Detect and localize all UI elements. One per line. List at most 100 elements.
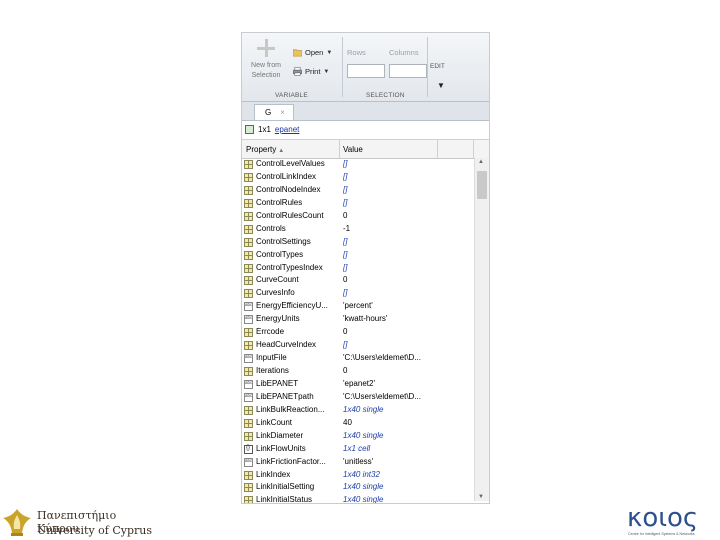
property-name: ControlTypesIndex (256, 262, 323, 272)
property-name: EnergyUnits (256, 314, 300, 324)
property-value[interactable]: 1x1 cell (343, 443, 439, 456)
variable-section-label: VARIABLE (275, 92, 308, 99)
table-row[interactable]: CurvesInfo [] (242, 287, 473, 300)
column-divider (473, 140, 474, 158)
table-row[interactable]: ControlNodeIndex [] (242, 184, 473, 197)
property-name: ControlNodeIndex (256, 184, 321, 194)
property-name: ControlLevelValues (256, 159, 325, 168)
table-row[interactable]: ControlSettings [] (242, 236, 473, 249)
column-divider[interactable] (339, 140, 340, 158)
table-row[interactable]: ControlLevelValues [] (242, 158, 473, 171)
numeric-array-icon (244, 418, 253, 428)
class-link[interactable]: epanet (275, 125, 299, 134)
table-row[interactable]: LinkBulkReaction... 1x40 single (242, 404, 473, 417)
property-list: ControlLevelValues[] ControlLinkIndex[] Co… (242, 158, 473, 503)
table-row[interactable]: Iterations 0 (242, 365, 473, 378)
table-row[interactable]: LinkIndex 1x40 int32 (242, 469, 473, 482)
property-value[interactable]: [] (343, 236, 439, 249)
property-name: LinkFlowUnits (256, 443, 306, 453)
chevron-down-icon: ▼ (323, 68, 330, 75)
property-value[interactable]: [] (343, 287, 439, 300)
edit-expand-button[interactable]: ▼ (437, 81, 445, 90)
property-value[interactable]: [] (343, 262, 439, 275)
property-value[interactable]: 1x40 single (343, 404, 439, 417)
variable-editor-window: New from Selection Open ▼ Print ▼ Rows C… (241, 32, 490, 504)
table-row[interactable]: LinkInitialSetting 1x40 single (242, 481, 473, 494)
table-row[interactable]: LinkFlowUnits 1x1 cell (242, 442, 473, 456)
property-value[interactable]: 'percent' (343, 300, 439, 313)
property-value[interactable]: [] (343, 184, 439, 197)
property-value[interactable]: 0 (343, 274, 439, 287)
selection-section-label: SELECTION (366, 92, 405, 99)
property-value[interactable]: 40 (343, 417, 439, 430)
table-row[interactable]: abc EnergyUnits 'kwatt-hours' (242, 313, 473, 326)
property-value[interactable]: [] (343, 171, 439, 184)
table-row[interactable]: CurveCount 0 (242, 274, 473, 287)
property-value[interactable]: 1x40 int32 (343, 469, 439, 482)
table-row[interactable]: Errcode 0 (242, 326, 473, 339)
property-value[interactable]: [] (343, 158, 439, 171)
rows-input[interactable] (347, 64, 385, 78)
numeric-array-icon (244, 276, 253, 286)
property-value[interactable]: 0 (343, 365, 439, 378)
new-from-selection-button[interactable]: New from Selection (246, 39, 286, 81)
property-name: ControlTypes (256, 249, 304, 259)
columns-label: Columns (389, 48, 419, 57)
vertical-scrollbar[interactable]: ▲ ▼ (474, 158, 489, 501)
value-column-header[interactable]: Value (343, 145, 363, 154)
property-value[interactable]: -1 (343, 223, 439, 236)
property-column-header[interactable]: Property ▲ (246, 145, 284, 154)
chevron-down-icon: ▼ (326, 49, 333, 56)
kios-tagline: Centre for Intelligent Systems & Network… (628, 532, 695, 536)
property-value[interactable]: 'epanet2' (343, 378, 439, 391)
column-divider[interactable] (437, 140, 438, 158)
property-value[interactable]: 'C:\Users\eldemet\D... (343, 352, 439, 365)
table-row[interactable]: LinkDiameter 1x40 single (242, 430, 473, 443)
char-array-icon: abc (244, 392, 253, 402)
numeric-array-icon (244, 483, 253, 493)
table-row[interactable]: ControlRules [] (242, 197, 473, 210)
property-value[interactable]: 1x40 single (343, 430, 439, 443)
tab-strip: G × (242, 102, 489, 121)
property-value[interactable]: [] (343, 197, 439, 210)
columns-input[interactable] (389, 64, 427, 78)
table-row[interactable]: abc LinkFrictionFactor... 'unitless' (242, 456, 473, 469)
numeric-array-icon (244, 470, 253, 480)
property-value[interactable]: [] (343, 339, 439, 352)
scrollbar-thumb[interactable] (477, 171, 487, 199)
open-button[interactable]: Open ▼ (293, 48, 332, 57)
property-value[interactable]: 0 (343, 210, 439, 223)
property-name: LinkIndex (256, 469, 291, 479)
property-name: LibEPANETpath (256, 391, 314, 401)
table-row[interactable]: abc LibEPANETpath 'C:\Users\eldemet\D... (242, 391, 473, 404)
table-row[interactable]: LinkCount 40 (242, 417, 473, 430)
property-name: LibEPANET (256, 378, 299, 388)
property-value[interactable]: 1x40 single (343, 494, 439, 503)
property-value[interactable]: 'unitless' (343, 456, 439, 469)
property-value[interactable]: 'kwatt-hours' (343, 313, 439, 326)
table-row[interactable]: abc EnergyEfficiencyU... 'percent' (242, 300, 473, 313)
print-button[interactable]: Print ▼ (293, 67, 329, 76)
property-value[interactable]: 1x40 single (343, 481, 439, 494)
table-row[interactable]: HeadCurveIndex [] (242, 339, 473, 352)
table-row[interactable]: ControlLinkIndex [] (242, 171, 473, 184)
table-row[interactable]: ControlTypesIndex [] (242, 262, 473, 275)
table-row[interactable]: abc LibEPANET 'epanet2' (242, 378, 473, 391)
table-row[interactable]: ControlTypes [] (242, 249, 473, 262)
scroll-up-icon[interactable]: ▲ (478, 159, 484, 165)
numeric-array-icon (244, 250, 253, 260)
tab-variable-g[interactable]: G × (254, 104, 294, 120)
numeric-array-icon (244, 496, 253, 503)
close-icon[interactable]: × (280, 108, 285, 117)
table-row[interactable]: abc InputFile 'C:\Users\eldemet\D... (242, 352, 473, 365)
property-value[interactable]: 0 (343, 326, 439, 339)
scroll-down-icon[interactable]: ▼ (478, 494, 484, 500)
property-name: LinkFrictionFactor... (256, 456, 326, 466)
property-name: CurveCount (256, 275, 299, 285)
property-value[interactable]: [] (343, 249, 439, 262)
property-value[interactable]: 'C:\Users\eldemet\D... (343, 391, 439, 404)
numeric-array-icon (244, 224, 253, 234)
table-row[interactable]: ControlRulesCount 0 (242, 210, 473, 223)
table-row[interactable]: Controls -1 (242, 223, 473, 236)
table-row[interactable]: LinkInitialStatus 1x40 single (242, 494, 473, 503)
